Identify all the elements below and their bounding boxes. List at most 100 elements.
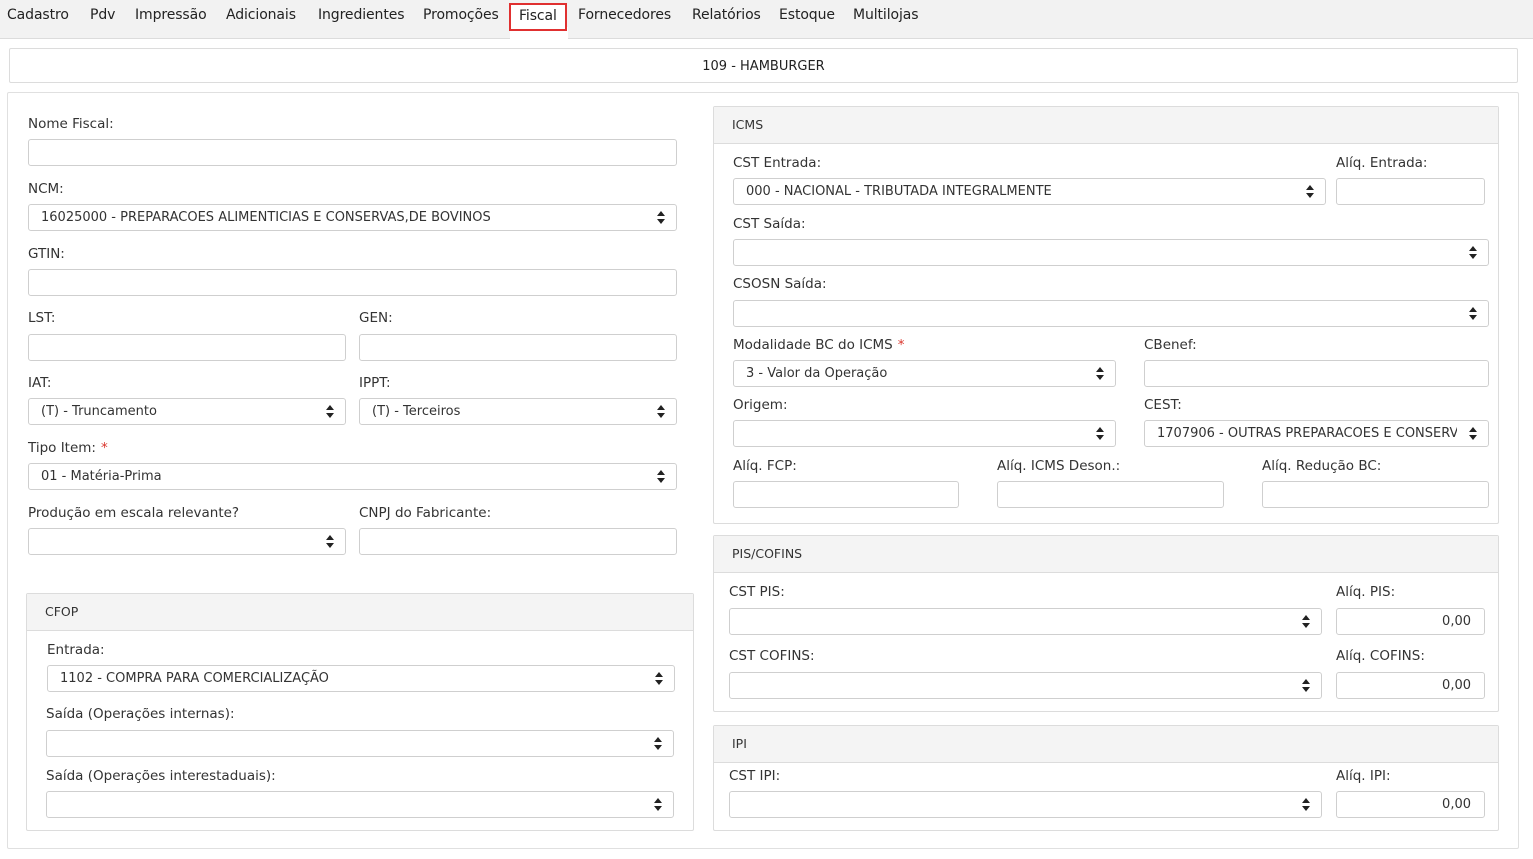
modalidade-bc-value: 3 - Valor da Operação [746, 366, 888, 381]
aliq-ipi-label: Alíq. IPI: [1336, 768, 1391, 784]
ippt-value: (T) - Terceiros [372, 404, 461, 419]
aliq-entrada-label: Alíq. Entrada: [1336, 155, 1428, 171]
tab-pdv[interactable]: Pdv [90, 7, 115, 23]
aliq-icms-deson-label: Alíq. ICMS Deson.: [997, 458, 1121, 474]
modalidade-bc-label: Modalidade BC do ICMS * [733, 337, 905, 353]
tab-relatorios[interactable]: Relatórios [692, 7, 761, 23]
cst-cofins-label: CST COFINS: [729, 648, 815, 664]
origem-select[interactable] [733, 420, 1116, 447]
aliq-ipi-input[interactable]: 0,00 [1336, 791, 1485, 818]
csosn-saida-select[interactable] [733, 300, 1489, 327]
select-arrows-icon [1469, 246, 1477, 259]
cnpj-fabricante-input[interactable] [359, 528, 677, 555]
pis-cofins-header: PIS/COFINS [714, 536, 1498, 573]
tab-cadastro[interactable]: Cadastro [7, 7, 69, 23]
ippt-select[interactable]: (T) - Terceiros [359, 398, 677, 425]
select-arrows-icon [654, 798, 662, 811]
gtin-label: GTIN: [28, 246, 65, 262]
ippt-label: IPPT: [359, 375, 391, 391]
tab-promocoes[interactable]: Promoções [423, 7, 499, 23]
producao-escala-select[interactable] [28, 528, 346, 555]
product-title: 109 - HAMBURGER [9, 48, 1518, 83]
lst-label: LST: [28, 310, 56, 326]
select-arrows-icon [1469, 307, 1477, 320]
tipo-item-label: Tipo Item: * [28, 440, 108, 456]
tab-fornecedores[interactable]: Fornecedores [578, 7, 671, 23]
select-arrows-icon [1096, 427, 1104, 440]
cest-select[interactable]: 1707906 - OUTRAS PREPARACOES E CONSERVAS [1144, 420, 1489, 447]
aliq-reducao-bc-input[interactable] [1262, 481, 1489, 508]
icms-header: ICMS [714, 107, 1498, 144]
iat-value: (T) - Truncamento [41, 404, 157, 419]
tab-estoque[interactable]: Estoque [779, 7, 835, 23]
iat-label: IAT: [28, 375, 52, 391]
ncm-select[interactable]: 16025000 - PREPARACOES ALIMENTICIAS E CO… [28, 204, 677, 231]
cbenef-label: CBenef: [1144, 337, 1197, 353]
nome-fiscal-label: Nome Fiscal: [28, 116, 114, 132]
nome-fiscal-input[interactable] [28, 139, 677, 166]
cfop-saida-internas-label: Saída (Operações internas): [46, 706, 235, 722]
aliq-pis-input[interactable]: 0,00 [1336, 608, 1485, 635]
cst-entrada-select[interactable]: 000 - NACIONAL - TRIBUTADA INTEGRALMENTE [733, 178, 1326, 205]
cnpj-fabricante-label: CNPJ do Fabricante: [359, 505, 492, 521]
cfop-saida-interestaduais-label: Saída (Operações interestaduais): [46, 768, 276, 784]
cst-pis-select[interactable] [729, 608, 1322, 635]
aliq-fcp-input[interactable] [733, 481, 959, 508]
tab-fiscal[interactable]: Fiscal [509, 3, 567, 31]
module-tabs: Cadastro Pdv Impressão Adicionais Ingred… [0, 0, 1533, 40]
producao-escala-label: Produção em escala relevante? [28, 505, 240, 521]
cbenef-input[interactable] [1144, 360, 1489, 387]
origem-label: Origem: [733, 397, 788, 413]
tab-ingredientes[interactable]: Ingredientes [318, 7, 405, 23]
select-arrows-icon [326, 405, 334, 418]
cest-value: 1707906 - OUTRAS PREPARACOES E CONSERVAS [1157, 426, 1475, 441]
aliq-cofins-input[interactable]: 0,00 [1336, 672, 1485, 699]
aliq-entrada-input[interactable] [1336, 178, 1485, 205]
cst-saida-label: CST Saída: [733, 216, 806, 232]
gtin-input[interactable] [28, 269, 677, 296]
cest-label: CEST: [1144, 397, 1182, 413]
select-arrows-icon [326, 535, 334, 548]
cst-saida-select[interactable] [733, 239, 1489, 266]
select-arrows-icon [1302, 615, 1310, 628]
select-arrows-icon [655, 672, 663, 685]
iat-select[interactable]: (T) - Truncamento [28, 398, 346, 425]
cfop-header: CFOP [27, 594, 693, 631]
select-arrows-icon [657, 405, 665, 418]
required-marker: * [897, 337, 905, 353]
select-arrows-icon [1302, 798, 1310, 811]
modalidade-bc-select[interactable]: 3 - Valor da Operação [733, 360, 1116, 387]
tipo-item-select[interactable]: 01 - Matéria-Prima [28, 463, 677, 490]
tab-adicionais[interactable]: Adicionais [226, 7, 296, 23]
aliq-cofins-label: Alíq. COFINS: [1336, 648, 1425, 664]
csosn-saida-label: CSOSN Saída: [733, 276, 827, 292]
aliq-fcp-label: Alíq. FCP: [733, 458, 797, 474]
cfop-entrada-value: 1102 - COMPRA PARA COMERCIALIZAÇÃO [60, 671, 329, 686]
cst-entrada-value: 000 - NACIONAL - TRIBUTADA INTEGRALMENTE [746, 184, 1052, 199]
select-arrows-icon [657, 211, 665, 224]
cst-entrada-label: CST Entrada: [733, 155, 822, 171]
gen-label: GEN: [359, 310, 393, 326]
select-arrows-icon [1302, 679, 1310, 692]
tab-impressao[interactable]: Impressão [135, 7, 207, 23]
cfop-saida-internas-select[interactable] [46, 730, 674, 757]
cfop-saida-interestaduais-select[interactable] [46, 791, 674, 818]
select-arrows-icon [654, 737, 662, 750]
select-arrows-icon [1469, 427, 1477, 440]
tipo-item-value: 01 - Matéria-Prima [41, 469, 162, 484]
cfop-entrada-label: Entrada: [47, 642, 105, 658]
tab-multilojas[interactable]: Multilojas [853, 7, 919, 23]
required-marker: * [100, 440, 108, 456]
cst-ipi-select[interactable] [729, 791, 1322, 818]
select-arrows-icon [1096, 367, 1104, 380]
aliq-pis-label: Alíq. PIS: [1336, 584, 1396, 600]
select-arrows-icon [657, 470, 665, 483]
lst-input[interactable] [28, 334, 346, 361]
aliq-icms-deson-input[interactable] [997, 481, 1224, 508]
cfop-entrada-select[interactable]: 1102 - COMPRA PARA COMERCIALIZAÇÃO [47, 665, 675, 692]
ncm-value: 16025000 - PREPARACOES ALIMENTICIAS E CO… [41, 210, 491, 225]
ipi-header: IPI [714, 726, 1498, 763]
ncm-label: NCM: [28, 181, 64, 197]
cst-cofins-select[interactable] [729, 672, 1322, 699]
gen-input[interactable] [359, 334, 677, 361]
